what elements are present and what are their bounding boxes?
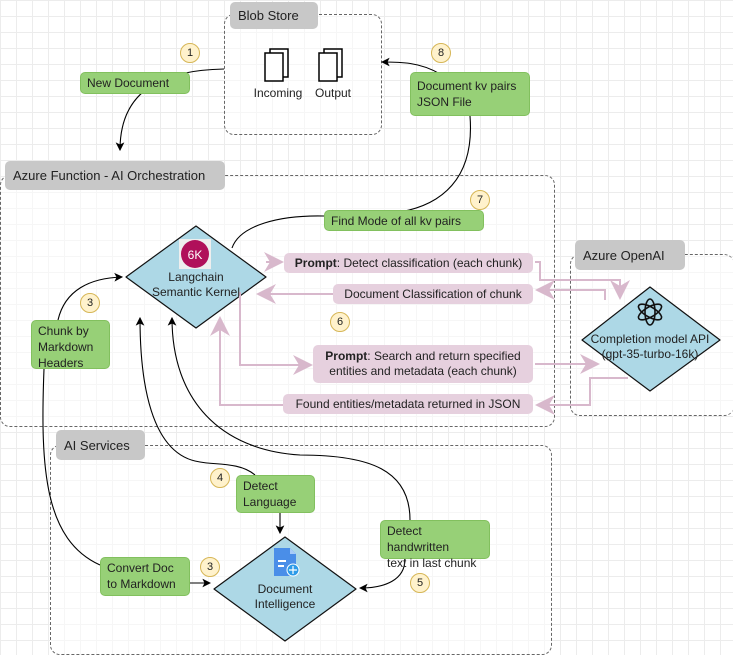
openai-line1: Completion model API [590, 332, 710, 346]
edge-found-to-kernel [210, 316, 283, 406]
prompt-search-line1: : Search and return specified [367, 349, 521, 363]
step-badge-7: 7 [470, 190, 490, 210]
handwritten-step: Detect handwritten text in last chunk [380, 520, 490, 570]
step-badge-4: 4 [210, 468, 230, 488]
detect-language-line1: Detect [243, 479, 278, 493]
convert-step: Convert Doc to Markdown [100, 557, 190, 596]
kv-json-line2: JSON File [417, 95, 472, 109]
kernel-line1: Langchain [168, 270, 224, 284]
detect-language-line2: Language [243, 495, 297, 509]
convert-line2: to Markdown [107, 577, 176, 591]
docintel-line2: Intelligence [254, 597, 316, 611]
detect-language-step: Detect Language [236, 475, 315, 513]
chunk-line1: Chunk by [38, 324, 89, 338]
edge-openai-to-found [535, 377, 628, 415]
step-badge-3: 3 [80, 293, 100, 313]
step-badge-1: 1 [180, 43, 200, 63]
edge-findmode-to-json [399, 115, 472, 213]
step-badge-5: 5 [410, 573, 430, 593]
step-badge-8: 8 [431, 43, 451, 63]
found-entities-message: Found entities/metadata returned in JSON [283, 394, 533, 414]
step-badge-3: 3 [200, 557, 220, 577]
document-stack-icon [264, 48, 289, 82]
new-document-step: New Document [80, 72, 190, 94]
openai-node-label: Completion model API (gpt-35-turbo-16k) [585, 332, 715, 362]
edge-kernel-to-findmode [231, 215, 325, 249]
find-mode-step: Find Mode of all kv pairs [324, 210, 484, 231]
chunk-step: Chunk by Markdown Headers [31, 320, 110, 370]
handwritten-line2: text in last chunk [387, 556, 477, 570]
document-stack-icon [318, 48, 343, 82]
classification-result-message: Document Classification of chunk [333, 284, 533, 304]
convert-line1: Convert Doc [107, 561, 174, 575]
prompt-search-message: Prompt: Search and return specified enti… [313, 345, 533, 383]
prompt-bold: Prompt [294, 255, 337, 270]
edge-prompt1-to-openai [535, 261, 630, 300]
prompt-bold: Prompt [325, 349, 368, 363]
edge-kernel-to-prompt2 [239, 292, 313, 375]
kv-json-step: Document kv pairs JSON File [410, 72, 530, 116]
incoming-label: Incoming [253, 86, 303, 100]
kernel-line2: Semantic Kernel [151, 285, 241, 299]
edge-openai-to-classification [535, 280, 606, 300]
output-label: Output [314, 86, 352, 100]
prompt-search-line2: entities and metadata (each chunk) [329, 364, 517, 378]
openai-line2: (gpt-35-turbo-16k) [601, 347, 699, 361]
docintel-line1: Document [257, 582, 313, 596]
prompt-classify-message: Prompt: Detect classification (each chun… [284, 253, 533, 273]
prompt-classify-text: : Detect classification (each chunk) [336, 255, 523, 270]
kv-json-line1: Document kv pairs [417, 79, 517, 93]
chunk-line3: Headers [38, 356, 84, 370]
edge-convert-to-chunk [42, 368, 101, 566]
docintel-node-label: Document Intelligence [235, 582, 335, 612]
step-badge-6: 6 [330, 312, 350, 332]
edge-language-to-kernel [135, 316, 256, 476]
handwritten-line1: Detect handwritten [387, 524, 450, 554]
kernel-logo-text: 6K [188, 248, 203, 262]
kernel-node-label: Langchain Semantic Kernel [136, 270, 256, 300]
chunk-line2: Markdown [38, 340, 94, 354]
